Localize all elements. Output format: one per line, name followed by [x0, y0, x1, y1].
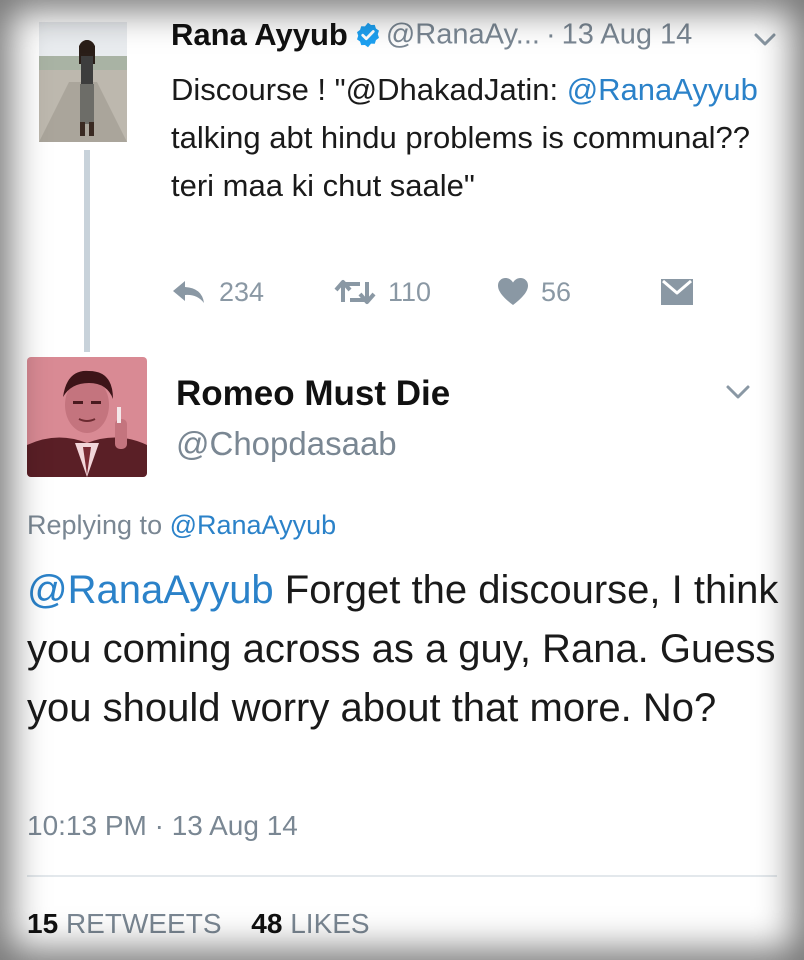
direct-message-button[interactable]	[660, 272, 694, 312]
retweet-icon	[334, 280, 376, 304]
reply-timestamp[interactable]: 10:13 PM · 13 Aug 14	[27, 810, 298, 842]
thread-connector-line	[84, 150, 90, 352]
reply-button[interactable]: 234	[171, 272, 264, 312]
reply-tweet-text: @RanaAyyub Forget the discourse, I think…	[27, 561, 787, 738]
chevron-down-icon[interactable]	[724, 382, 752, 402]
like-button[interactable]: 56	[497, 272, 571, 312]
parent-avatar-image	[39, 22, 127, 142]
parent-tweet-actions: 234 110 56	[171, 272, 731, 312]
replying-to-line: Replying to @RanaAyyub	[27, 510, 336, 541]
parent-tweet-header: Rana Ayyub @RanaAy... · 13 Aug 14	[171, 17, 692, 59]
replying-to-label: Replying to	[27, 510, 170, 540]
header-separator: ·	[545, 18, 556, 51]
retweets-stat[interactable]: 15 RETWEETS	[27, 908, 222, 939]
parent-author-name[interactable]: Rana Ayyub	[171, 17, 348, 52]
reply-icon	[173, 281, 204, 303]
direct-message-icon	[661, 279, 693, 305]
parent-tweet-date[interactable]: 13 Aug 14	[562, 19, 693, 51]
retweet-count: 110	[388, 276, 432, 307]
mention-link[interactable]: @RanaAyyub	[27, 568, 274, 612]
mention-link[interactable]: @RanaAyyub	[567, 72, 758, 107]
heart-icon	[498, 278, 528, 305]
replying-to-link[interactable]: @RanaAyyub	[170, 510, 337, 540]
retweets-count: 15	[27, 908, 59, 939]
parent-tweet-text: Discourse ! "@DhakadJatin: @RanaAyyub ta…	[171, 66, 771, 210]
reply-author-handle[interactable]: @Chopdasaab	[176, 425, 397, 463]
reply-count: 234	[219, 276, 265, 307]
like-count: 56	[541, 276, 572, 307]
parent-avatar[interactable]	[39, 22, 127, 142]
chevron-down-icon[interactable]	[752, 30, 778, 50]
stats-divider	[27, 875, 777, 877]
likes-count: 48	[251, 908, 283, 939]
retweet-button[interactable]: 110	[334, 272, 431, 312]
tweet-text-segment: Discourse ! "@DhakadJatin:	[171, 72, 567, 107]
tweet-text-segment: talking abt hindu problems is communal??…	[171, 120, 750, 203]
likes-stat[interactable]: 48 LIKES	[251, 908, 369, 939]
engagement-stats: 15 RETWEETS 48 LIKES	[27, 908, 370, 940]
reply-avatar[interactable]	[27, 357, 147, 477]
retweets-label: RETWEETS	[65, 908, 222, 939]
verified-badge-icon	[356, 22, 379, 48]
parent-author-handle[interactable]: @RanaAy...	[386, 19, 540, 51]
likes-label: LIKES	[290, 908, 370, 939]
reply-author-name[interactable]: Romeo Must Die	[176, 374, 450, 414]
reply-avatar-image	[27, 357, 147, 477]
